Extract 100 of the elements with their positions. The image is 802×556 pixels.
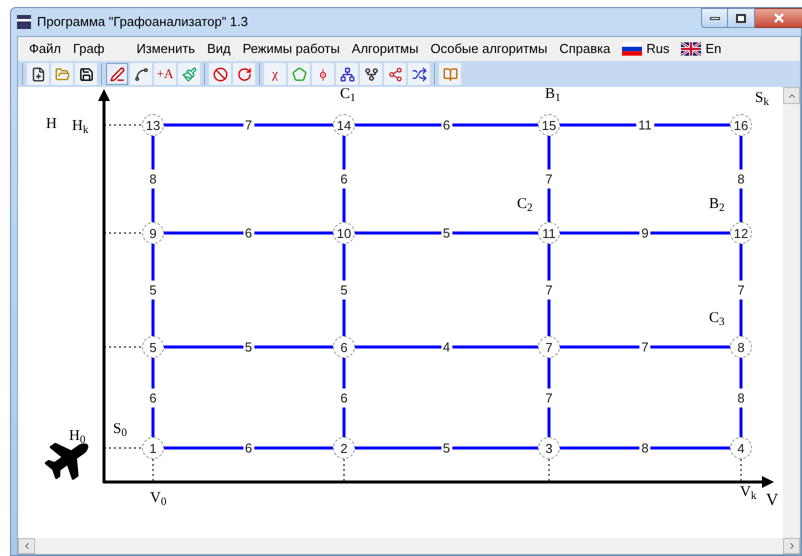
edge-weight: 5: [340, 280, 348, 300]
vertex-label: B$_{2}$: [709, 197, 725, 212]
stop-icon: [212, 66, 228, 82]
graph-node[interactable]: 15: [538, 114, 560, 136]
edge-weight: 8: [737, 170, 745, 188]
graph-node[interactable]: 7: [538, 336, 560, 358]
graph-node[interactable]: 10: [333, 222, 355, 244]
guide-line: [740, 458, 742, 482]
british-flag-icon: [681, 42, 702, 56]
menu-item[interactable]: Справка: [554, 37, 616, 61]
help-book-icon: [442, 66, 458, 82]
window-title: Программа "Графоанализатор" 1.3: [37, 13, 248, 32]
edge-weight: 7: [242, 118, 254, 132]
vertex-label: S$_{0}$: [113, 422, 127, 437]
network-icon: [340, 66, 354, 82]
menu-item[interactable]: Алгоритмы: [346, 37, 424, 61]
axis-label: V: [766, 491, 778, 508]
edge-weight: 6: [340, 388, 348, 407]
guide-line: [104, 124, 142, 126]
new-file-icon: [30, 66, 46, 82]
close-button[interactable]: [755, 8, 802, 28]
toolbar-button[interactable]: χ: [264, 63, 286, 85]
toolbar-button[interactable]: [130, 63, 152, 85]
edge-weight: 5: [440, 226, 452, 240]
edge-weight: 5: [149, 280, 157, 300]
graph-node[interactable]: 13: [142, 114, 164, 136]
pentagon-icon: [292, 66, 306, 82]
graph-node[interactable]: 3: [538, 437, 560, 459]
language-button[interactable]: Rus: [617, 37, 674, 61]
guide-line: [152, 458, 154, 482]
fork-icon: [364, 66, 378, 82]
pen-icon: [110, 66, 124, 82]
toolbar-button[interactable]: [27, 63, 49, 85]
shuffle-icon: [412, 66, 426, 82]
edge-weight: 7: [639, 340, 651, 354]
graph-node[interactable]: 11: [538, 222, 560, 244]
menu-item[interactable]: Изменить: [131, 37, 200, 61]
share-icon: [388, 66, 402, 82]
graph-node[interactable]: 9: [142, 222, 164, 244]
edge-weight: 5: [242, 340, 254, 354]
toolbar-button[interactable]: [336, 63, 358, 85]
edge-weight: 6: [242, 442, 254, 454]
graph-node[interactable]: 14: [333, 114, 355, 136]
graph-node[interactable]: 16: [730, 114, 752, 136]
guide-line: [104, 346, 142, 348]
edge-weight: 7: [545, 280, 553, 300]
edge-weight: 5: [440, 442, 452, 454]
graph-node[interactable]: 5: [142, 336, 164, 358]
graph-node[interactable]: 2: [333, 437, 355, 459]
menu-item[interactable]: Файл: [24, 37, 66, 61]
menu-item[interactable]: Особые алгоритмы: [425, 37, 552, 61]
minimize-button[interactable]: [701, 8, 728, 28]
toolbar-button[interactable]: [408, 63, 430, 85]
vertical-scrollbar[interactable]: [783, 87, 800, 538]
edge-weight: 7: [545, 170, 553, 188]
guide-line: [548, 458, 550, 482]
menu-item[interactable]: Режимы работы: [238, 37, 345, 61]
graph-node[interactable]: 1: [142, 437, 164, 459]
axis-label: H$_{0}$: [69, 429, 86, 444]
vertex-label: C$_{2}$: [517, 197, 533, 212]
maximize-button[interactable]: [728, 8, 755, 28]
save-icon: [78, 66, 94, 82]
curve-icon: [134, 66, 148, 82]
menu-item[interactable]: Вид: [202, 37, 236, 61]
vertex-label: C$_{1}$: [340, 87, 356, 102]
edge-weight: 8: [149, 170, 157, 188]
axis-label: V$_{k}$: [740, 485, 756, 500]
edge-weight: 6: [242, 226, 254, 240]
edge-weight: 9: [639, 226, 651, 240]
rotate-icon: [236, 66, 252, 82]
axis-label: V$_{0}$: [150, 491, 166, 506]
vertex-label: B$_{1}$: [545, 87, 561, 102]
graph-node[interactable]: 6: [333, 336, 355, 358]
edge-weight: 7: [737, 280, 745, 300]
folder-icon: [54, 66, 70, 82]
guide-line: [104, 232, 142, 234]
edge-weight: 8: [737, 388, 745, 407]
graph-node[interactable]: 12: [730, 222, 752, 244]
edge-weight: 6: [440, 118, 452, 132]
edge-weight: 6: [149, 388, 157, 407]
axis-label: H$_{k}$: [72, 119, 88, 134]
close-icon: [774, 13, 784, 23]
axis-label: H: [46, 117, 57, 132]
graph-node[interactable]: 8: [730, 336, 752, 358]
edge-weight: 4: [440, 340, 452, 354]
toolbar-button[interactable]: ϕ: [312, 63, 334, 85]
app-logo-icon: [17, 15, 31, 29]
language-button[interactable]: En: [676, 37, 726, 61]
russian-flag-icon: [622, 42, 642, 56]
edge-weight: 6: [340, 170, 348, 188]
toolbar-button[interactable]: [75, 63, 97, 85]
toolbar-button[interactable]: +A: [154, 63, 176, 85]
edge-weight: 7: [545, 388, 553, 407]
vertex-label: C$_{3}$: [709, 311, 725, 326]
edge-weight: 8: [639, 442, 651, 454]
edge-weight: 11: [636, 118, 654, 132]
menu-item[interactable]: Граф: [68, 37, 110, 61]
graph-node[interactable]: 4: [730, 437, 752, 459]
vertex-label: S$_{k}$: [755, 91, 769, 106]
toolbar-button[interactable]: [360, 63, 382, 85]
